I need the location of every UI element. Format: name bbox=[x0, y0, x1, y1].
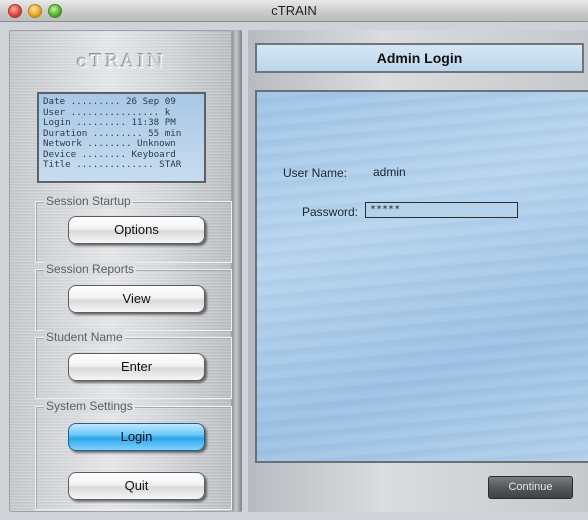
options-button[interactable]: Options bbox=[68, 216, 205, 244]
continue-button[interactable]: Continue bbox=[488, 476, 573, 499]
username-value: admin bbox=[373, 165, 406, 179]
panel-header: Admin Login bbox=[255, 43, 584, 73]
window-title: cTRAIN bbox=[271, 3, 317, 18]
username-label: User Name: bbox=[283, 166, 348, 180]
sidebar-divider bbox=[232, 30, 242, 512]
password-field[interactable]: ***** bbox=[365, 202, 518, 218]
title-bar[interactable]: cTRAIN bbox=[0, 0, 588, 22]
password-label: Password: bbox=[301, 205, 358, 219]
info-date: Date ......... 26 Sep 09 bbox=[43, 96, 176, 107]
enter-button[interactable]: Enter bbox=[68, 353, 205, 381]
login-button[interactable]: Login bbox=[68, 423, 205, 451]
session-reports-title: Session Reports bbox=[44, 262, 137, 276]
quit-button[interactable]: Quit bbox=[68, 472, 205, 500]
info-network: Network ........ Unknown bbox=[43, 138, 176, 149]
info-title: Title .............. STAR bbox=[43, 159, 182, 170]
student-name-title: Student Name bbox=[44, 330, 125, 344]
app-logo: cTRAIN bbox=[76, 51, 167, 72]
app-window: cTRAIN cTRAIN Date ......... 26 Sep 09 U… bbox=[0, 0, 588, 520]
session-info-box: Date ......... 26 Sep 09 User ..........… bbox=[37, 92, 206, 183]
info-login: Login ......... 11:38 PM bbox=[43, 117, 176, 128]
login-form-area bbox=[255, 90, 588, 463]
system-settings-title: System Settings bbox=[44, 399, 135, 413]
view-button[interactable]: View bbox=[68, 285, 205, 313]
session-startup-title: Session Startup bbox=[44, 194, 133, 208]
